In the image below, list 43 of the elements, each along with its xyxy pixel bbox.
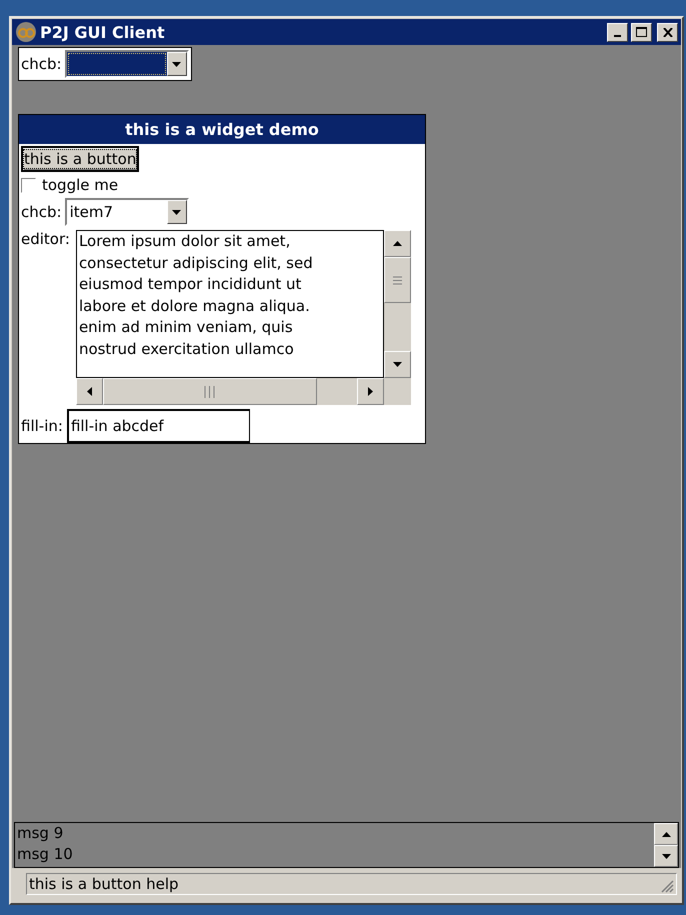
fill-in-field[interactable]: fill-in abcdef bbox=[66, 409, 250, 443]
maximize-icon bbox=[636, 27, 647, 37]
down-arrow-icon bbox=[392, 362, 402, 367]
status-text: this is a button help bbox=[29, 875, 179, 893]
combo-label: chcb: bbox=[21, 203, 62, 221]
toggle-label: toggle me bbox=[42, 176, 118, 194]
scroll-up-button[interactable] bbox=[384, 230, 411, 257]
app-logo-icon bbox=[15, 21, 37, 43]
dropdown-button[interactable] bbox=[166, 200, 187, 224]
right-arrow-icon bbox=[368, 387, 373, 396]
scroll-thumb[interactable] bbox=[102, 378, 317, 405]
scroll-up-button[interactable] bbox=[654, 823, 678, 845]
down-arrow-icon bbox=[172, 62, 182, 66]
message-line: msg 9 bbox=[17, 823, 64, 844]
up-arrow-icon bbox=[392, 241, 402, 246]
scroll-thumb[interactable] bbox=[384, 257, 411, 303]
editor-text-area[interactable]: Lorem ipsum dolor sit amet, consectetur adipiscing elit, sed eiusmod tempor incididunt ut labore et dolore magna aliqua. enim ad minim veniam, quis nostrud exercitation ullamco bbox=[76, 230, 384, 378]
scroll-down-button[interactable] bbox=[384, 351, 411, 378]
editor-label: editor: bbox=[21, 230, 70, 248]
combo-label: chcb: bbox=[21, 55, 62, 73]
close-icon bbox=[662, 28, 672, 36]
left-arrow-icon bbox=[86, 387, 92, 396]
message-line: msg 10 bbox=[17, 844, 74, 865]
down-arrow-icon bbox=[172, 210, 182, 214]
scrollbar-corner bbox=[384, 378, 411, 405]
window-title: P2J GUI Client bbox=[40, 22, 166, 42]
dropdown-button[interactable] bbox=[166, 52, 187, 76]
minimize-icon bbox=[614, 34, 621, 36]
minimize-button[interactable] bbox=[607, 22, 628, 42]
scroll-down-button[interactable] bbox=[654, 845, 678, 867]
scroll-left-button[interactable] bbox=[76, 378, 103, 405]
combo-box[interactable] bbox=[64, 50, 189, 78]
frame-title: this is a widget demo bbox=[19, 115, 425, 144]
scroll-right-button[interactable] bbox=[356, 378, 384, 405]
maximize-button[interactable] bbox=[631, 22, 652, 42]
close-button[interactable] bbox=[657, 22, 678, 42]
down-arrow-icon bbox=[662, 854, 670, 858]
vertical-scrollbar[interactable] bbox=[384, 230, 411, 378]
combo-box[interactable]: item7 bbox=[64, 198, 189, 226]
fill-in-label: fill-in: bbox=[21, 417, 63, 435]
up-arrow-icon bbox=[662, 832, 670, 836]
horizontal-scrollbar[interactable] bbox=[76, 378, 384, 405]
demo-button[interactable]: this is a button bbox=[21, 146, 140, 172]
